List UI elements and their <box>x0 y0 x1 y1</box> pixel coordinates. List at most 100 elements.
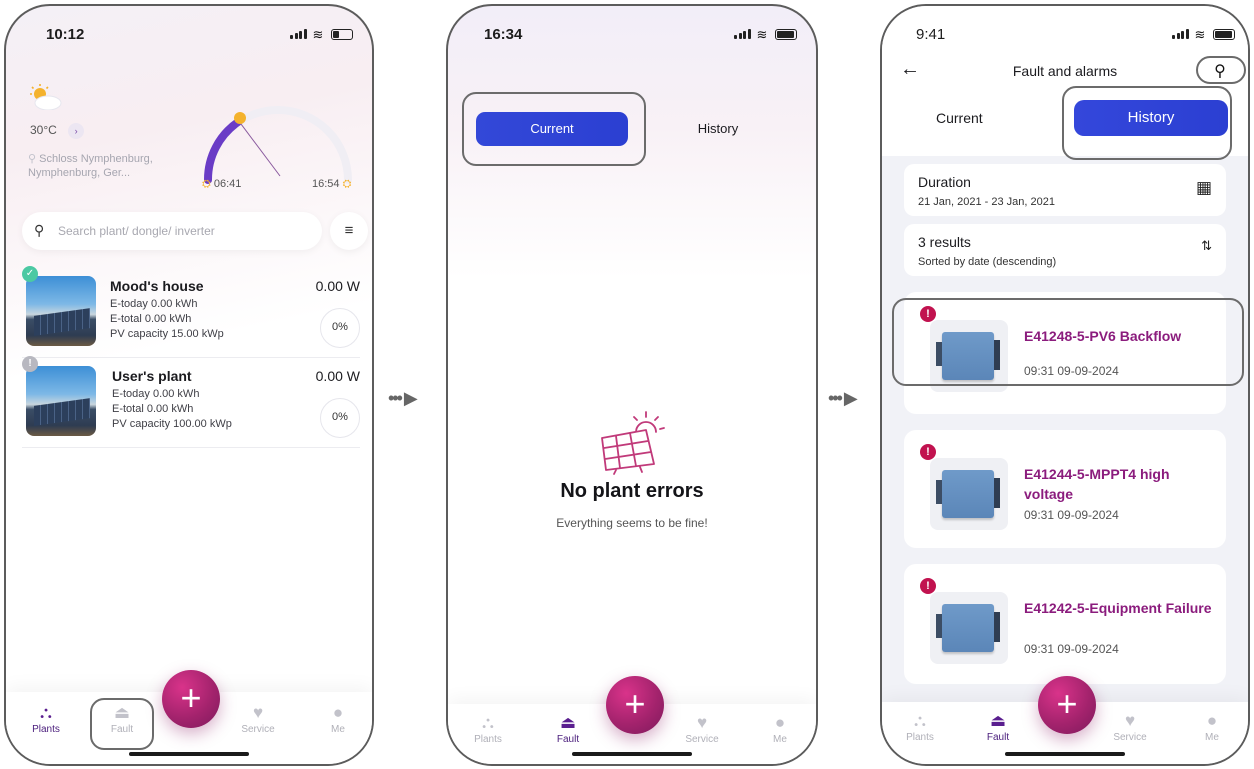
plant-e-total: E-total 0.00 kWh <box>110 313 192 325</box>
location-text: Schloss Nymphenburg, Nymphenburg, Ger... <box>28 153 153 179</box>
online-check-icon: ✓ <box>22 266 38 282</box>
location-pin-icon: ⚲ <box>28 153 40 165</box>
nav-service[interactable]: ♥ Service <box>1100 710 1160 743</box>
wifi-icon: ≋ <box>312 27 327 42</box>
inverter-image <box>930 458 1008 530</box>
chevron-right-icon[interactable]: › <box>68 123 85 139</box>
nav-me[interactable]: ● Me <box>1182 710 1242 743</box>
home-indicator <box>1005 752 1125 756</box>
nav-service[interactable]: ♥ Service <box>228 702 288 735</box>
calendar-icon[interactable]: ▦ <box>1196 178 1212 198</box>
phone-plants-screen: 10:12 ≋ 30°C › ⚲ Schloss Nymphenburg, Ny… <box>4 4 374 766</box>
status-icons: ≋ <box>1172 26 1235 44</box>
user-icon: ● <box>1206 711 1218 730</box>
plant-capacity: PV capacity 100.00 kWp <box>112 418 232 430</box>
nav-plants[interactable]: ⛬ Plants <box>890 710 950 743</box>
signal-icon <box>290 26 308 44</box>
user-icon: ● <box>774 713 786 732</box>
home-indicator <box>572 752 692 756</box>
plant-list-item[interactable]: ! User's plant E-today 0.00 kWh E-total … <box>22 356 360 448</box>
phone-fault-history-screen: 9:41 ≋ ← Fault and alarms ⚲ Current Hist… <box>880 4 1250 766</box>
battery-icon <box>330 29 353 41</box>
search-icon: ⚲ <box>34 222 45 238</box>
offline-status-icon: ! <box>22 356 38 372</box>
battery-icon <box>1212 29 1235 41</box>
plant-e-today: E-today 0.00 kWh <box>112 388 200 400</box>
heart-pulse-icon: ♥ <box>1124 711 1136 730</box>
tab-history[interactable]: History <box>678 121 758 136</box>
nav-me-label: Me <box>1205 732 1219 743</box>
duration-filter[interactable]: Duration 21 Jan, 2021 - 23 Jan, 2021 ▦ <box>904 164 1226 216</box>
flow-arrow-icon: ••• ▶ <box>388 388 418 408</box>
nav-service-label: Service <box>685 734 719 745</box>
fault-title: E41244-5-MPPT4 high voltage <box>1024 466 1170 502</box>
alarm-icon: ⏏ <box>559 713 577 732</box>
plant-name: User's plant <box>112 368 192 384</box>
plant-power: 0.00 W <box>315 368 360 384</box>
solar-panel-icon: ⛬ <box>40 703 52 722</box>
nav-plants[interactable]: ⛬ Plants <box>458 712 518 745</box>
filter-icon: ≡ <box>344 222 354 239</box>
highlight-fault-tab <box>90 698 154 750</box>
nav-service-label: Service <box>241 724 275 735</box>
sunrise-value: 06:41 <box>213 178 242 190</box>
partly-sunny-icon <box>30 84 62 110</box>
status-time: 9:41 <box>916 26 946 43</box>
add-plant-button[interactable]: + <box>162 670 220 728</box>
add-plant-button[interactable]: + <box>606 676 664 734</box>
temperature-value: 30°C <box>30 123 57 137</box>
highlight-fault-item <box>892 298 1244 386</box>
signal-icon <box>1172 26 1190 44</box>
wifi-icon: ≋ <box>756 27 771 42</box>
empty-state-subtitle: Everything seems to be fine! <box>556 516 708 530</box>
sun-arc-chart <box>203 106 352 184</box>
fault-title: E41242-5-Equipment Failure <box>1024 600 1212 616</box>
filter-button[interactable]: ≡ <box>330 212 368 250</box>
nav-plants-label: Plants <box>474 734 502 745</box>
status-time: 16:34 <box>484 26 523 43</box>
location-label: ⚲ Schloss Nymphenburg, Nymphenburg, Ger.… <box>28 152 178 180</box>
plant-e-today: E-today 0.00 kWh <box>110 298 198 310</box>
nav-me-label: Me <box>331 724 345 735</box>
fault-list-item[interactable]: ! E41242-5-Equipment Failure 09:31 09-09… <box>904 564 1226 684</box>
plant-search-input[interactable]: ⚲ Search plant/ dongle/ inverter <box>22 212 322 250</box>
plant-e-total: E-total 0.00 kWh <box>112 403 194 415</box>
plant-list-item[interactable]: ✓ Mood's house E-today 0.00 kWh E-total … <box>22 266 360 358</box>
empty-state-title: No plant errors <box>560 480 704 502</box>
fault-time: 09:31 09-09-2024 <box>1024 642 1119 656</box>
nav-fault[interactable]: ⏏ Fault <box>538 712 598 745</box>
plant-percent: 0% <box>320 308 360 348</box>
battery-icon <box>774 29 797 41</box>
nav-me[interactable]: ● Me <box>308 702 368 735</box>
fault-time: 09:31 09-09-2024 <box>1024 508 1119 522</box>
user-icon: ● <box>332 703 344 722</box>
highlight-history-tab <box>1062 86 1232 160</box>
nav-plants[interactable]: ⛬ Plants <box>16 702 76 735</box>
sort-filter[interactable]: 3 results Sorted by date (descending) ⇅ <box>904 224 1226 276</box>
wifi-icon: ≋ <box>1194 27 1209 42</box>
alarm-icon: ⏏ <box>989 711 1007 730</box>
tab-current[interactable]: Current <box>936 110 983 126</box>
temperature-label: 30°C › <box>30 123 85 139</box>
solar-panel-icon: ⛬ <box>482 713 494 732</box>
status-icons: ≋ <box>734 26 797 44</box>
search-placeholder: Search plant/ dongle/ inverter <box>58 224 215 238</box>
inverter-image <box>930 592 1008 664</box>
flow-arrow-icon: ••• ▶ <box>828 388 858 408</box>
heart-pulse-icon: ♥ <box>252 703 264 722</box>
duration-value: 21 Jan, 2021 - 23 Jan, 2021 <box>918 196 1055 208</box>
plant-percent: 0% <box>320 398 360 438</box>
plant-photo <box>26 366 96 436</box>
plant-capacity: PV capacity 15.00 kWp <box>110 328 224 340</box>
page-title: Fault and alarms <box>1012 63 1118 79</box>
nav-me[interactable]: ● Me <box>750 712 810 745</box>
add-plant-button[interactable]: + <box>1038 676 1096 734</box>
fault-list-item[interactable]: ! E41244-5-MPPT4 high voltage 09:31 09-0… <box>904 430 1226 548</box>
results-count: 3 results <box>918 234 971 250</box>
nav-service[interactable]: ♥ Service <box>672 712 732 745</box>
nav-fault-label: Fault <box>556 734 580 745</box>
solar-panel-icon: ⛬ <box>914 711 926 730</box>
sort-icon[interactable]: ⇅ <box>1201 238 1212 254</box>
nav-fault[interactable]: ⏏ Fault <box>968 710 1028 743</box>
status-time: 10:12 <box>46 26 85 43</box>
